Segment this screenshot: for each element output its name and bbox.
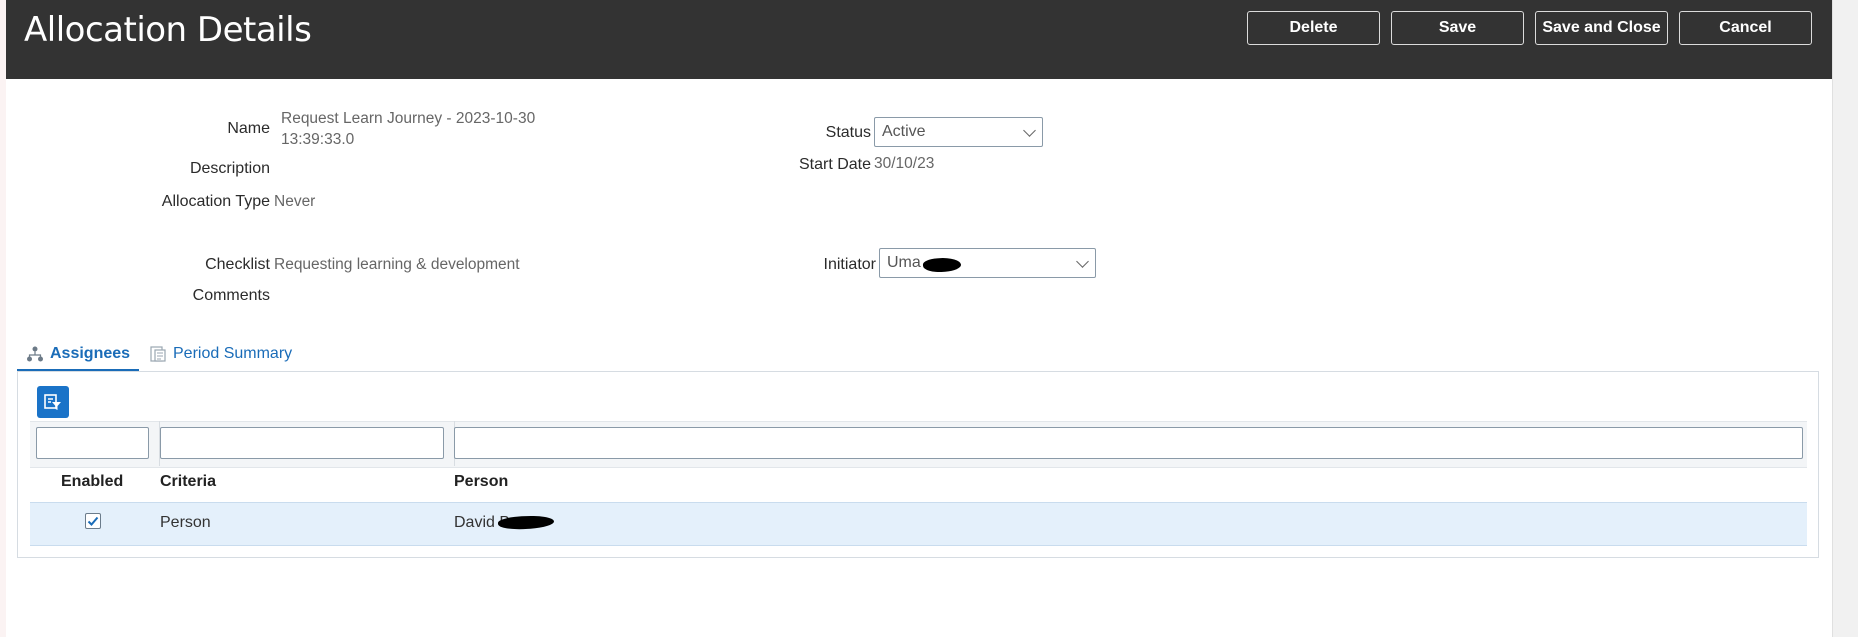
cancel-button[interactable]: Cancel [1679,11,1812,45]
check-icon [87,516,99,526]
initiator-select[interactable]: Uma [879,248,1096,278]
name-label: Name [227,120,270,137]
status-select[interactable]: Active [874,117,1043,147]
start-date-value: 30/10/23 [874,155,935,172]
description-label: Description [189,160,270,177]
filter-icon [44,394,61,410]
status-select-value: Active [882,123,926,140]
checklist-value: Requesting learning & development [274,256,520,273]
tab-period-summary[interactable]: Period Summary [149,338,292,370]
allocation-details-page: Allocation Details Delete Save Save and … [6,0,1832,637]
checklist-label: Checklist [205,256,270,273]
page-title: Allocation Details [24,10,312,50]
name-value-line1: Request Learn Journey - 2023-10-30 [281,110,536,127]
start-date-label: Start Date [798,156,871,173]
report-icon [150,346,166,362]
chevron-down-icon [1023,124,1036,137]
enabled-checkbox[interactable] [85,513,101,529]
initiator-select-value: Uma [887,254,921,271]
tab-period-summary-label: Period Summary [173,345,293,362]
status-label: Status [825,124,871,141]
criteria-filter-input[interactable] [160,427,444,459]
initiator-label: Initiator [823,256,876,273]
tab-assignees-label: Assignees [50,345,131,362]
vertical-scrollbar[interactable] [1832,0,1858,637]
delete-button[interactable]: Delete [1247,11,1380,45]
allocation-type-value: Never [274,193,316,210]
column-header-criteria[interactable]: Criteria [160,473,216,491]
column-header-enabled[interactable]: Enabled [61,473,123,491]
comments-label: Comments [192,287,270,304]
page-header: Allocation Details Delete Save Save and … [6,0,1832,79]
enabled-filter-input[interactable] [36,427,149,459]
save-button[interactable]: Save [1391,11,1524,45]
query-by-example-button[interactable] [37,386,69,418]
hierarchy-icon [27,346,43,362]
person-filter-input[interactable] [454,427,1803,459]
tab-assignees[interactable]: Assignees [26,338,130,370]
criteria-cell: Person [160,514,211,531]
name-value-line2: 13:39:33.0 [281,131,355,148]
save-and-close-button[interactable]: Save and Close [1535,11,1668,45]
table-row[interactable] [30,502,1807,546]
column-header-person[interactable]: Person [454,473,508,491]
chevron-down-icon [1076,255,1089,268]
allocation-type-label: Allocation Type [161,193,270,210]
